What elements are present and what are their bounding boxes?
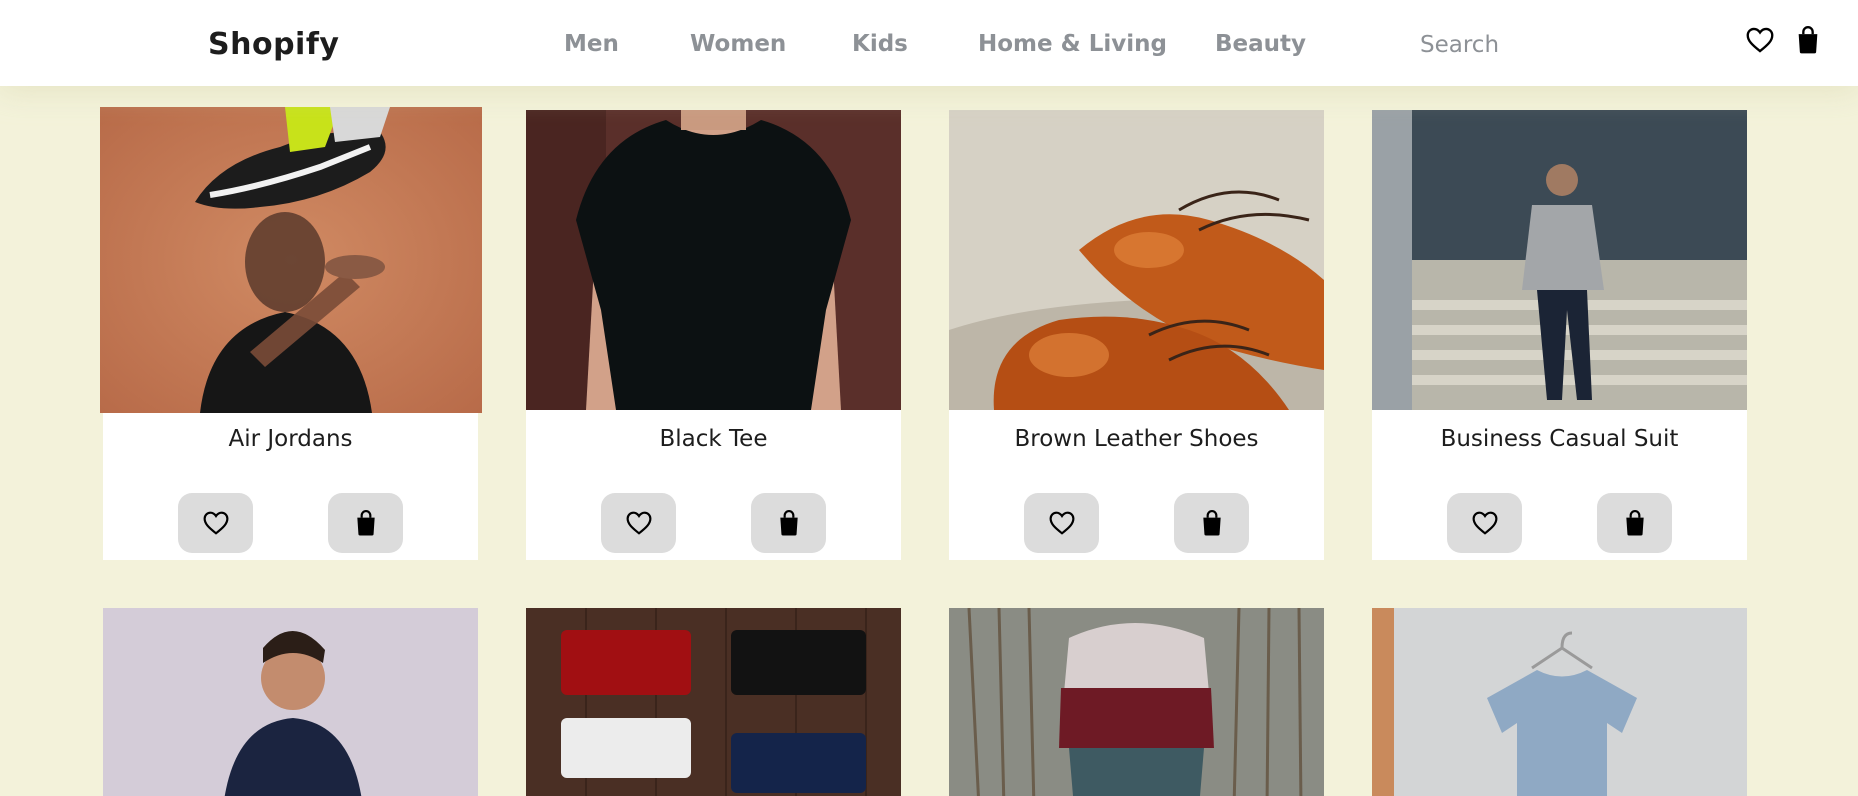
add-to-cart-button[interactable]: [751, 493, 826, 553]
product-image-striped-sweater[interactable]: [949, 608, 1324, 796]
product-image-air-jordans[interactable]: [100, 107, 482, 413]
product-title: Air Jordans: [228, 426, 353, 452]
product-card-partial: [103, 608, 478, 796]
add-to-wishlist-button[interactable]: [601, 493, 676, 553]
product-card: Business Casual Suit: [1372, 110, 1747, 560]
product-title: Business Casual Suit: [1440, 426, 1679, 452]
product-image-black-tee[interactable]: [526, 110, 901, 410]
add-to-cart-button[interactable]: [1174, 493, 1249, 553]
product-title: Brown Leather Shoes: [1014, 426, 1259, 452]
product-card-partial: [949, 608, 1324, 796]
add-to-cart-button[interactable]: [1597, 493, 1672, 553]
product-card-partial: [1372, 608, 1747, 796]
nav-link-men[interactable]: Men: [564, 31, 619, 57]
add-to-wishlist-button[interactable]: [1024, 493, 1099, 553]
product-image-blue-tee-hanger[interactable]: [1372, 608, 1747, 796]
brand-logo[interactable]: Shopify: [208, 27, 339, 62]
nav-link-home-living[interactable]: Home & Living: [978, 31, 1167, 57]
search-input[interactable]: [1420, 28, 1620, 62]
product-image-brown-leather-shoes[interactable]: [949, 110, 1324, 410]
product-image-business-casual-suit[interactable]: [1372, 110, 1747, 410]
product-card: Air Jordans: [100, 107, 482, 560]
nav-link-beauty[interactable]: Beauty: [1215, 31, 1306, 57]
nav-link-women[interactable]: Women: [690, 31, 786, 57]
add-to-cart-button[interactable]: [328, 493, 403, 553]
product-card: Brown Leather Shoes: [949, 110, 1324, 560]
product-image-man-navy-shirt[interactable]: [103, 608, 478, 796]
product-image-folded-tees[interactable]: [526, 608, 901, 796]
product-card-partial: [526, 608, 901, 796]
product-card: Black Tee: [526, 110, 901, 560]
add-to-wishlist-button[interactable]: [178, 493, 253, 553]
product-title: Black Tee: [659, 426, 768, 452]
top-navbar: Shopify Men Women Kids Home & Living Bea…: [0, 0, 1858, 86]
nav-link-kids[interactable]: Kids: [852, 31, 908, 57]
wishlist-heart-icon[interactable]: [1744, 24, 1776, 56]
shopping-bag-icon[interactable]: [1792, 24, 1824, 56]
add-to-wishlist-button[interactable]: [1447, 493, 1522, 553]
